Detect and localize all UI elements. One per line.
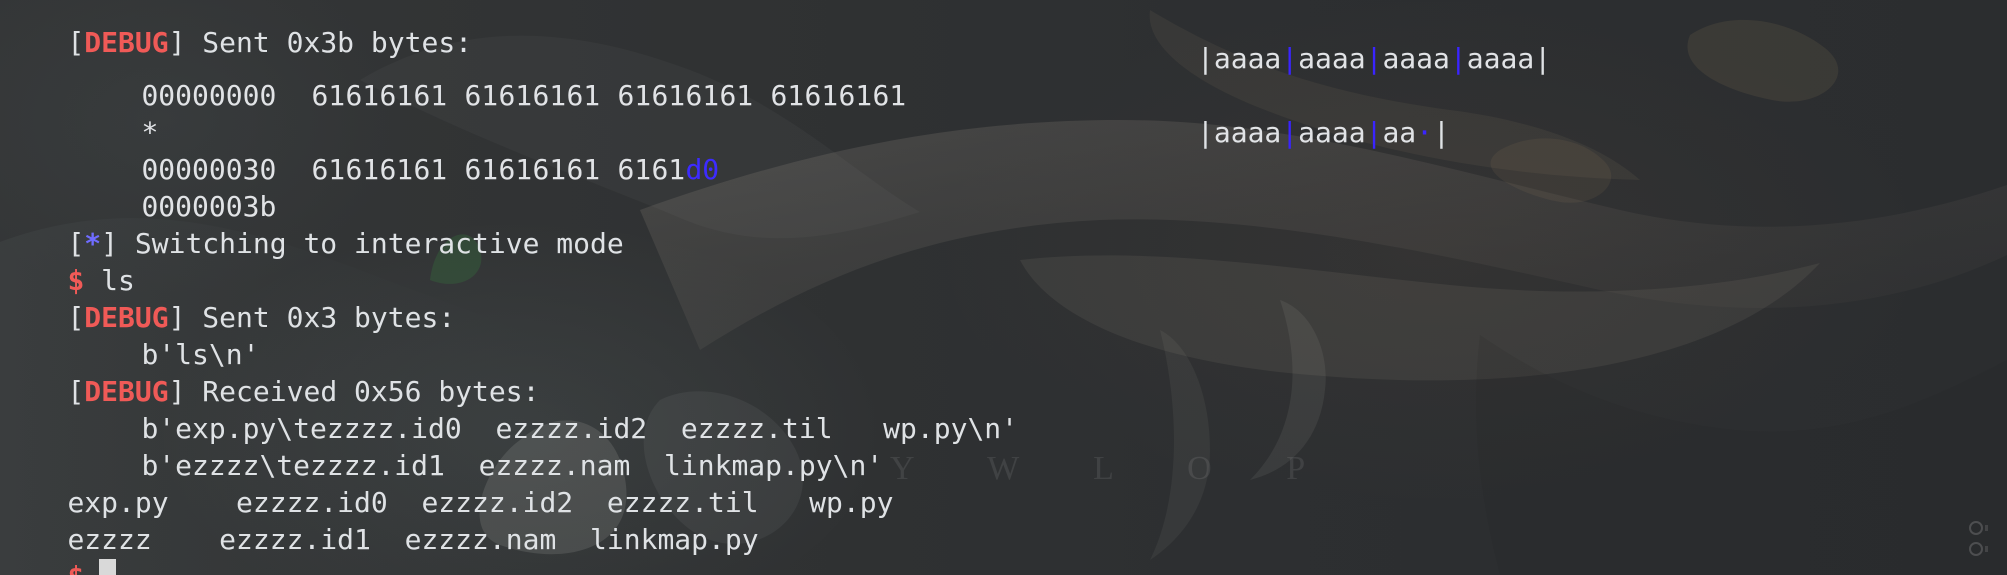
hex-group-2: 61616161 bbox=[464, 151, 600, 188]
hex-byte: 61 bbox=[651, 153, 686, 186]
hex-byte: 61 bbox=[345, 79, 380, 112]
ascii-segment: aaaa bbox=[1213, 42, 1282, 75]
ascii-segment: aaaa bbox=[1466, 42, 1535, 75]
hex-group-3: 61616161 bbox=[617, 77, 753, 114]
prompt-ls-line: $ ls bbox=[0, 225, 134, 297]
ascii-column: |aaaa|aaaa|aa·| bbox=[1197, 114, 1450, 151]
hex-byte: 61 bbox=[413, 153, 448, 186]
hex-byte: 61 bbox=[838, 79, 873, 112]
ascii-separator: | bbox=[1281, 42, 1299, 75]
hex-byte: 61 bbox=[345, 153, 380, 186]
ls-output-line-1: exp.py ezzzz.id0 ezzzz.id2 ezzzz.til wp.… bbox=[0, 447, 893, 519]
terminal-window[interactable]: [DEBUG] Sent 0x3b bytes: 00000000 6161616… bbox=[0, 0, 2007, 575]
ascii-segment: aaaa bbox=[1213, 116, 1282, 149]
ascii-segment: aa bbox=[1382, 116, 1417, 149]
ascii-segment: aaaa bbox=[1298, 116, 1366, 149]
hex-byte: 61 bbox=[617, 153, 652, 186]
hex-byte: 61 bbox=[498, 79, 533, 112]
prompt-final-line[interactable]: $ bbox=[0, 521, 117, 575]
shell-prompt-final: $ bbox=[67, 560, 84, 575]
hex-group-1: 61616161 bbox=[311, 77, 447, 114]
hex-byte: 61 bbox=[872, 79, 907, 112]
ascii-separator: | bbox=[1365, 42, 1383, 75]
hex-group-2: 61616161 bbox=[464, 77, 600, 114]
ls-output-2: ezzzz ezzzz.id1 ezzzz.nam linkmap.py bbox=[67, 523, 759, 556]
debug-sent-0x3b-line: [DEBUG] Sent 0x3b bytes: bbox=[0, 0, 472, 59]
hex-byte: 61 bbox=[685, 79, 720, 112]
switching-interactive-line: [*] Switching to interactive mode bbox=[0, 188, 623, 260]
received-bytes-line-1: b'exp.py\tezzzz.id0 ezzzz.id2 ezzzz.til … bbox=[0, 373, 1018, 445]
terminal-side-status-icons bbox=[1969, 521, 1988, 556]
ascii-pipe: | bbox=[1197, 42, 1214, 75]
switching-message: Switching to interactive mode bbox=[118, 227, 624, 260]
hex-byte-accent: d0 bbox=[685, 153, 720, 186]
hex-dump-row-00000030: 00000030 61616161 61616161 6161d0 |aaaa|aaa… bbox=[0, 114, 1449, 186]
ascii-separator: | bbox=[1281, 116, 1299, 149]
hex-byte: 61 bbox=[651, 79, 686, 112]
hex-dump-end-offset: 0000003b bbox=[0, 151, 276, 223]
hex-group-1: 61616161 bbox=[311, 151, 447, 188]
wallpaper-watermark: Y W L O P bbox=[890, 450, 1339, 487]
hex-byte: 61 bbox=[566, 153, 601, 186]
hex-byte: 61 bbox=[532, 79, 567, 112]
hex-offset: 00000000 bbox=[141, 79, 277, 112]
hex-byte: 61 bbox=[311, 79, 346, 112]
hex-group-3: 6161d0 bbox=[617, 151, 719, 188]
text-cursor[interactable] bbox=[99, 559, 117, 575]
payload-ls-line: b'ls\n' bbox=[0, 299, 259, 371]
ascii-column: |aaaa|aaaa|aaaa|aaaa| bbox=[1197, 40, 1551, 77]
hex-byte: 61 bbox=[566, 79, 601, 112]
hex-byte: 61 bbox=[379, 153, 414, 186]
debug-received-0x56-line: [DEBUG] Received 0x56 bytes: bbox=[0, 336, 539, 408]
hex-byte: 61 bbox=[719, 79, 754, 112]
ascii-separator: | bbox=[1365, 116, 1383, 149]
hex-dump-repeat-line: * bbox=[0, 77, 158, 149]
hex-byte: 61 bbox=[464, 79, 499, 112]
debug-sent-0x3-line: [DEBUG] Sent 0x3 bytes: bbox=[0, 262, 455, 334]
hex-byte: 61 bbox=[379, 79, 414, 112]
ascii-pipe: | bbox=[1197, 116, 1214, 149]
hex-byte: 61 bbox=[464, 153, 499, 186]
ls-output-line-2: ezzzz ezzzz.id1 ezzzz.nam linkmap.py bbox=[0, 484, 758, 556]
hex-byte: 61 bbox=[498, 153, 533, 186]
ascii-pipe: | bbox=[1534, 42, 1552, 75]
hex-byte: 61 bbox=[311, 153, 346, 186]
ascii-pipe: | bbox=[1433, 116, 1450, 149]
ascii-dot: · bbox=[1416, 116, 1434, 149]
hex-dump-row-00000000: 00000000 61616161 61616161 61616161 61616161… bbox=[0, 40, 1551, 112]
hex-byte: 61 bbox=[617, 79, 652, 112]
hex-group-4: 61616161 bbox=[770, 77, 906, 114]
ascii-segment: aaaa bbox=[1382, 42, 1450, 75]
ascii-separator: | bbox=[1449, 42, 1467, 75]
hex-byte: 61 bbox=[413, 79, 448, 112]
ascii-segment: aaaa bbox=[1298, 42, 1366, 75]
hex-byte: 61 bbox=[804, 79, 839, 112]
hex-byte: 61 bbox=[532, 153, 567, 186]
received-bytes-line-2: b'ezzzz\tezzzz.id1 ezzzz.nam linkmap.py\… bbox=[0, 410, 883, 482]
hex-byte: 61 bbox=[770, 79, 805, 112]
